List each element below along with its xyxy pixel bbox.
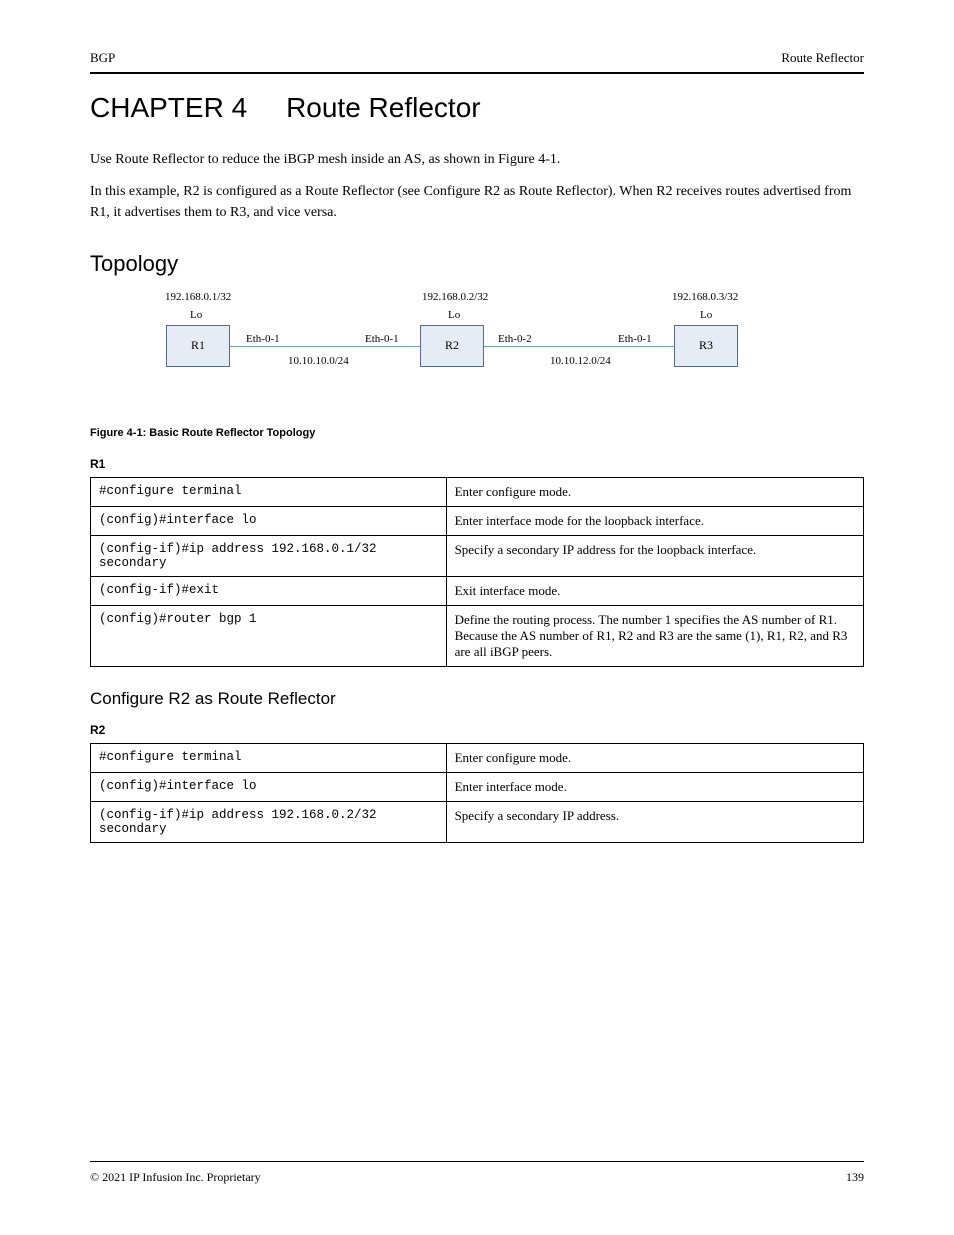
description-cell: Enter configure mode. <box>446 743 863 772</box>
table-row: (config)#interface loEnter interface mod… <box>91 506 864 535</box>
section-topology: Topology <box>90 251 864 277</box>
intro-paragraph-1: Use Route Reflector to reduce the iBGP m… <box>90 150 864 170</box>
r2-lo: Lo <box>448 309 460 321</box>
r3-lo: Lo <box>700 309 712 321</box>
chapter-title-text: Route Reflector <box>286 92 481 123</box>
device-r2-label: R2 <box>90 723 864 737</box>
table-row: (config-if)#exitExit interface mode. <box>91 576 864 605</box>
r3-ip: 192.168.0.3/32 <box>672 291 738 303</box>
r3-label: R3 <box>699 338 713 353</box>
page-footer: © 2021 IP Infusion Inc. Proprietary 139 <box>90 1161 864 1185</box>
table-row: (config-if)#ip address 192.168.0.1/32 se… <box>91 535 864 576</box>
header-left: BGP <box>90 50 115 66</box>
r1-ip: 192.168.0.1/32 <box>165 291 231 303</box>
r2-eth-right: Eth-0-2 <box>498 333 532 345</box>
link-r2-r3 <box>484 346 674 347</box>
r1-lo: Lo <box>190 309 202 321</box>
command-cell: (config)#router bgp 1 <box>91 605 447 666</box>
table-row: (config)#interface loEnter interface mod… <box>91 772 864 801</box>
command-cell: #configure terminal <box>91 477 447 506</box>
device-r1-label: R1 <box>90 457 864 471</box>
table-row: (config)#router bgp 1Define the routing … <box>91 605 864 666</box>
description-cell: Define the routing process. The number 1… <box>446 605 863 666</box>
command-cell: (config-if)#exit <box>91 576 447 605</box>
command-cell: (config-if)#ip address 192.168.0.2/32 se… <box>91 801 447 842</box>
description-cell: Specify a secondary IP address for the l… <box>446 535 863 576</box>
topology-diagram: 192.168.0.1/32 Lo R1 Eth-0-1 Eth-0-1 10.… <box>90 291 864 439</box>
router-r1: R1 <box>166 325 230 367</box>
footer-left: © 2021 IP Infusion Inc. Proprietary <box>90 1170 261 1185</box>
description-cell: Enter interface mode. <box>446 772 863 801</box>
description-cell: Exit interface mode. <box>446 576 863 605</box>
command-cell: #configure terminal <box>91 743 447 772</box>
r3-eth-left: Eth-0-1 <box>618 333 652 345</box>
r1-label: R1 <box>191 338 205 353</box>
header-right: Route Reflector <box>781 50 864 66</box>
table-row: (config-if)#ip address 192.168.0.2/32 se… <box>91 801 864 842</box>
net12: 10.10.10.0/24 <box>288 355 349 367</box>
description-cell: Enter interface mode for the loopback in… <box>446 506 863 535</box>
net23: 10.10.12.0/24 <box>550 355 611 367</box>
router-r2: R2 <box>420 325 484 367</box>
intro-p2a: In this example, R2 is configured as a R… <box>90 184 424 199</box>
footer-right: 139 <box>846 1170 864 1185</box>
command-cell: (config-if)#ip address 192.168.0.1/32 se… <box>91 535 447 576</box>
r2-eth-left: Eth-0-1 <box>365 333 399 345</box>
command-cell: (config)#interface lo <box>91 772 447 801</box>
router-r3: R3 <box>674 325 738 367</box>
table-row: #configure terminalEnter configure mode. <box>91 477 864 506</box>
intro-p2-link[interactable]: Configure R2 as Route Reflector <box>424 184 608 199</box>
r1-eth: Eth-0-1 <box>246 333 280 345</box>
r2-label: R2 <box>445 338 459 353</box>
command-cell: (config)#interface lo <box>91 506 447 535</box>
subheading-r2: Configure R2 as Route Reflector <box>90 689 864 709</box>
description-cell: Specify a secondary IP address. <box>446 801 863 842</box>
link-r1-r2 <box>230 346 420 347</box>
intro-paragraph-2: In this example, R2 is configured as a R… <box>90 182 864 223</box>
figure-caption: Figure 4-1: Basic Route Reflector Topolo… <box>90 427 864 439</box>
r2-ip: 192.168.0.2/32 <box>422 291 488 303</box>
page-header: BGP Route Reflector <box>90 50 864 74</box>
description-cell: Enter configure mode. <box>446 477 863 506</box>
table-row: #configure terminalEnter configure mode. <box>91 743 864 772</box>
chapter-block: CHAPTER 4 Route Reflector <box>90 92 864 124</box>
table-r2: #configure terminalEnter configure mode.… <box>90 743 864 843</box>
chapter-number: CHAPTER 4 <box>90 92 247 123</box>
table-r1: #configure terminalEnter configure mode.… <box>90 477 864 667</box>
